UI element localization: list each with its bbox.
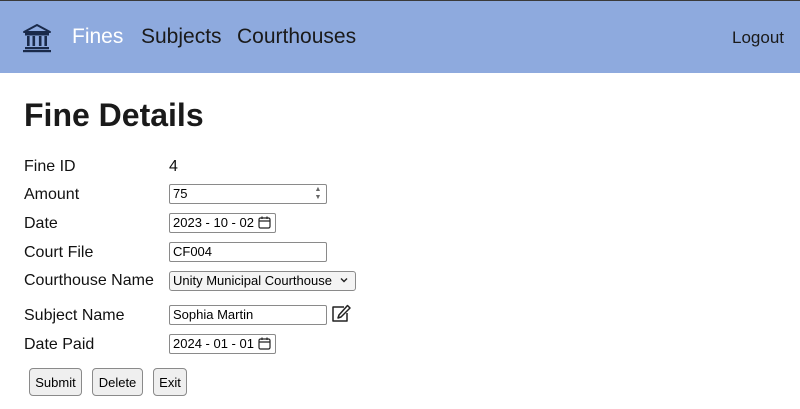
- top-navbar: Fines Subjects Courthouses Logout: [0, 0, 800, 73]
- chevron-down-icon: [340, 278, 348, 283]
- subject-name-value: Sophia Martin: [173, 307, 254, 322]
- number-spinner-icon[interactable]: ▲ ▼: [313, 186, 323, 202]
- court-file-value: CF004: [173, 244, 213, 259]
- amount-label: Amount: [24, 186, 80, 203]
- date-paid-label: Date Paid: [24, 336, 95, 353]
- fine-id-label: Fine ID: [24, 158, 76, 175]
- courthouse-icon[interactable]: [22, 23, 52, 53]
- nav-link-courthouses[interactable]: Courthouses: [237, 25, 356, 49]
- subject-name-input[interactable]: Sophia Martin: [169, 305, 327, 325]
- date-input[interactable]: 2023 - 10 - 02: [169, 213, 276, 233]
- amount-input[interactable]: 75 ▲ ▼: [169, 184, 327, 204]
- logout-link[interactable]: Logout: [732, 28, 784, 48]
- calendar-icon[interactable]: [258, 216, 271, 229]
- date-value: 2023 - 10 - 02: [173, 215, 254, 230]
- courthouse-selected-value: Unity Municipal Courthouse: [173, 273, 332, 288]
- court-file-label: Court File: [24, 244, 94, 261]
- courthouse-name-label: Courthouse Name: [24, 272, 154, 289]
- court-file-input[interactable]: CF004: [169, 242, 327, 262]
- edit-icon[interactable]: [330, 304, 352, 324]
- courthouse-select[interactable]: Unity Municipal Courthouse: [169, 271, 356, 291]
- fine-id-value: 4: [169, 158, 178, 175]
- delete-button[interactable]: Delete: [92, 368, 143, 396]
- exit-button[interactable]: Exit: [153, 368, 187, 396]
- submit-button[interactable]: Submit: [29, 368, 82, 396]
- calendar-icon[interactable]: [258, 337, 271, 350]
- nav-link-fines[interactable]: Fines: [72, 25, 123, 49]
- date-paid-input[interactable]: 2024 - 01 - 01: [169, 334, 276, 354]
- date-label: Date: [24, 215, 58, 232]
- subject-name-label: Subject Name: [24, 307, 125, 324]
- date-paid-value: 2024 - 01 - 01: [173, 336, 254, 351]
- nav-link-subjects[interactable]: Subjects: [141, 25, 222, 49]
- amount-value: 75: [173, 186, 188, 201]
- page-title: Fine Details: [24, 97, 204, 133]
